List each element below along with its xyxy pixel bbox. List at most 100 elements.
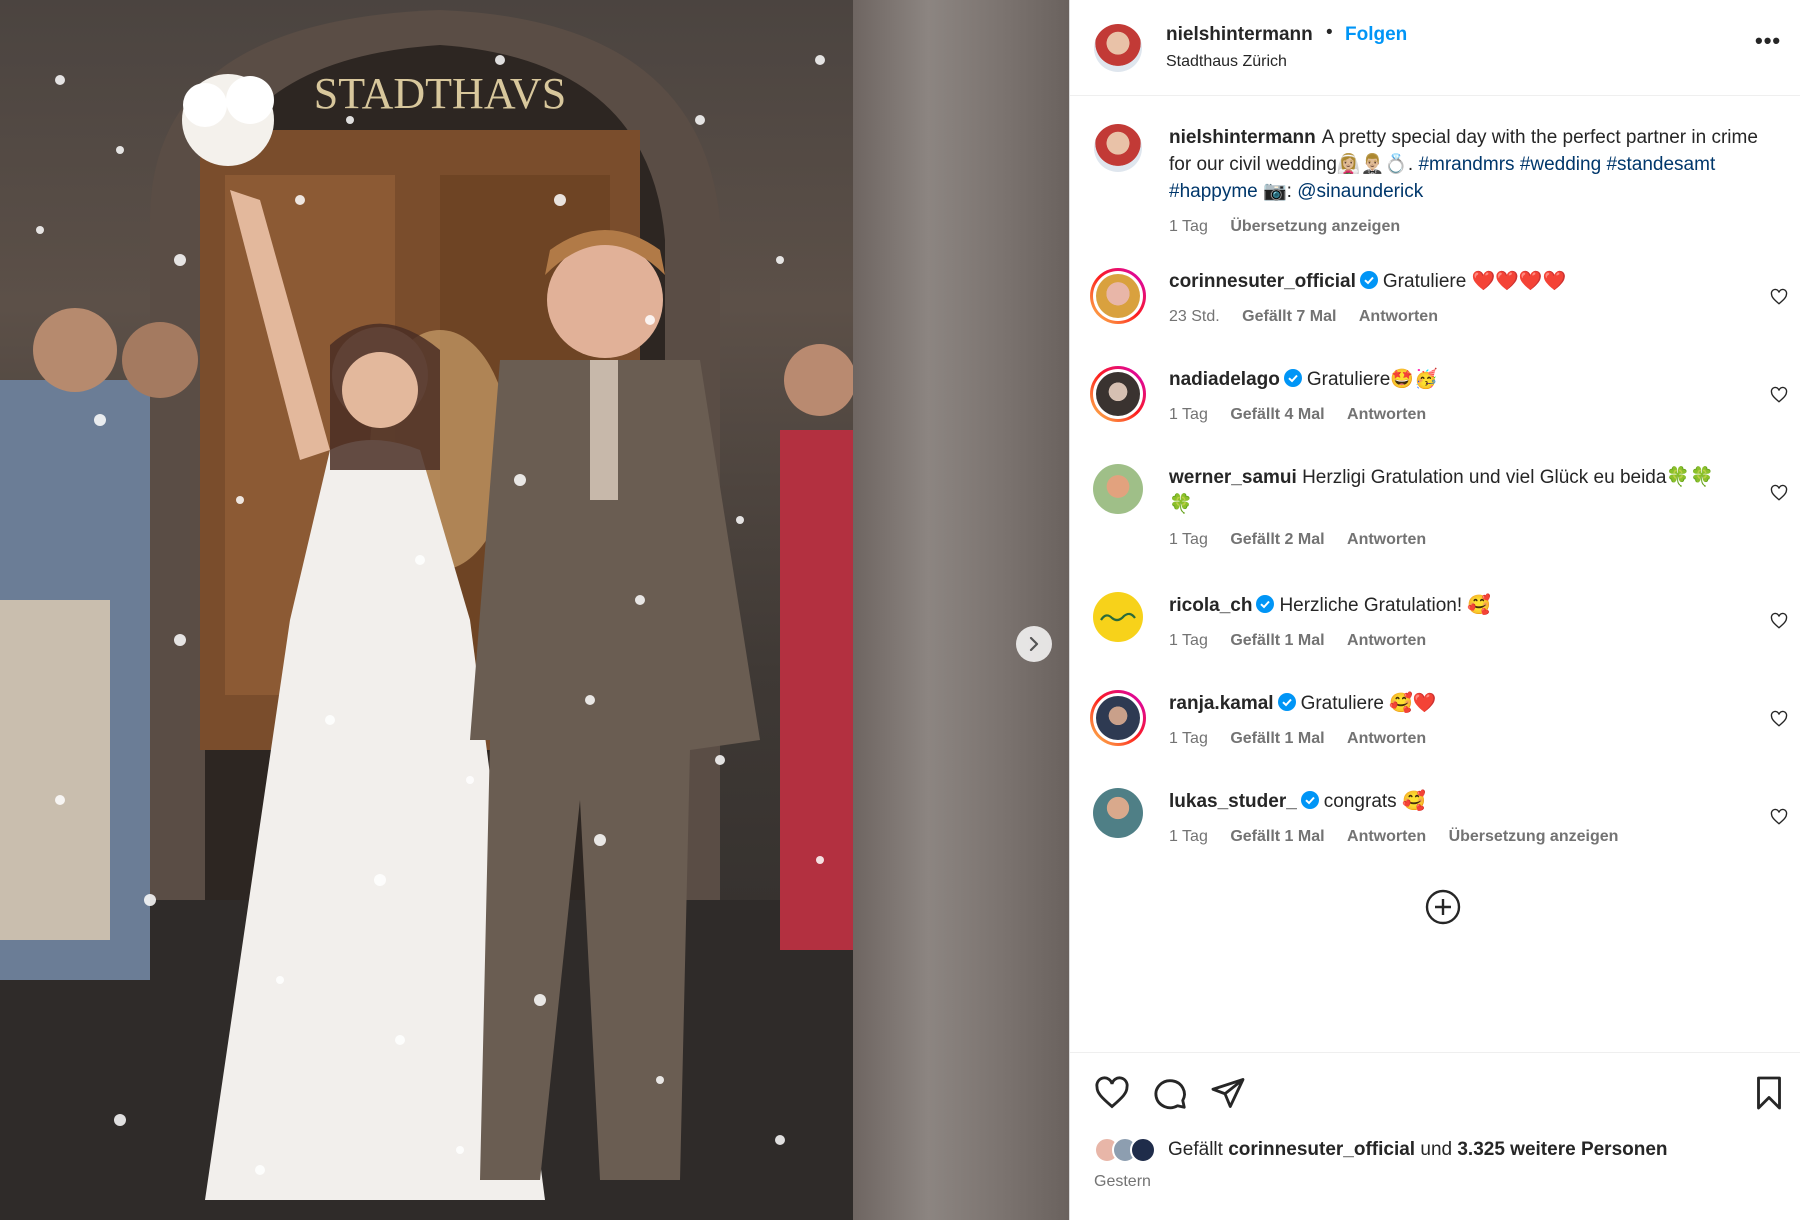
- comment-text: Gratuliere🤩🥳: [1306, 369, 1438, 390]
- post-header: nielshintermann • Folgen Stadthaus Züric…: [1070, 0, 1800, 96]
- comment-meta: 1 Tag Gefällt 1 Mal Antworten: [1169, 725, 1729, 752]
- commenter-username[interactable]: ranja.kamal: [1169, 693, 1274, 714]
- like-comment-heart-icon[interactable]: [1770, 612, 1788, 630]
- comment-likes[interactable]: Gefällt 4 Mal: [1230, 406, 1324, 423]
- wedding-photo-illustration: STADTHAVS: [0, 10, 853, 1220]
- comment-body: werner_samui Herzligi Gratulation und vi…: [1169, 464, 1729, 553]
- like-comment-heart-icon[interactable]: [1770, 710, 1788, 728]
- like-comment-heart-icon[interactable]: [1770, 386, 1788, 404]
- post-date[interactable]: Gestern: [1094, 1173, 1151, 1191]
- separator-dot: •: [1326, 22, 1333, 43]
- like-comment-heart-icon[interactable]: [1770, 288, 1788, 306]
- comment-body: corinnesuter_official Gratuliere ❤️❤️❤️❤️…: [1169, 268, 1729, 330]
- caption-username[interactable]: nielshintermann: [1169, 127, 1316, 148]
- reply-button[interactable]: Antworten: [1347, 406, 1426, 423]
- like-heart-icon[interactable]: [1094, 1075, 1130, 1111]
- verified-badge-icon: [1256, 595, 1275, 613]
- comment-body: ranja.kamal Gratuliere 🥰❤️ 1 Tag Gefällt …: [1169, 690, 1729, 752]
- comment-meta: 1 Tag Gefällt 2 Mal Antworten: [1169, 526, 1729, 553]
- reply-button[interactable]: Antworten: [1347, 531, 1426, 548]
- author-username[interactable]: nielshintermann: [1166, 24, 1313, 46]
- comment-time[interactable]: 23 Std.: [1169, 308, 1220, 325]
- commenter-avatar[interactable]: [1093, 592, 1143, 642]
- save-bookmark-icon[interactable]: [1754, 1075, 1784, 1111]
- comment-time[interactable]: 1 Tag: [1169, 632, 1208, 649]
- likes-prefix: Gefällt: [1168, 1139, 1223, 1160]
- caption-meta: 1 Tag Übersetzung anzeigen: [1169, 213, 1769, 240]
- show-translation-link[interactable]: Übersetzung anzeigen: [1449, 828, 1619, 845]
- commenter-username[interactable]: werner_samui: [1169, 467, 1297, 488]
- commenter-username[interactable]: ricola_ch: [1169, 595, 1252, 616]
- comment-time[interactable]: 1 Tag: [1169, 730, 1208, 747]
- comment-body: lukas_studer_ congrats 🥰 1 Tag Gefällt 1 …: [1169, 788, 1769, 850]
- comment-meta: 1 Tag Gefällt 1 Mal Antworten: [1169, 627, 1729, 654]
- commenter-username[interactable]: nadiadelago: [1169, 369, 1280, 390]
- liker-avatar[interactable]: [1130, 1137, 1156, 1163]
- show-translation-link[interactable]: Übersetzung anzeigen: [1230, 218, 1400, 235]
- commenter-avatar[interactable]: [1093, 788, 1143, 838]
- post-location[interactable]: Stadthaus Zürich: [1166, 53, 1287, 71]
- commenter-avatar[interactable]: [1090, 366, 1146, 422]
- hashtag[interactable]: #standesamt: [1606, 154, 1715, 175]
- comment-likes[interactable]: Gefällt 1 Mal: [1230, 632, 1324, 649]
- camera-emoji: 📷:: [1263, 181, 1292, 202]
- like-comment-heart-icon[interactable]: [1770, 484, 1788, 502]
- reply-button[interactable]: Antworten: [1359, 308, 1438, 325]
- comment-text: Gratuliere 🥰❤️: [1300, 693, 1437, 714]
- reply-button[interactable]: Antworten: [1347, 632, 1426, 649]
- commenter-username[interactable]: lukas_studer_: [1169, 791, 1297, 812]
- next-photo-button[interactable]: [1016, 626, 1052, 662]
- next-photo-preview: [853, 0, 1069, 1220]
- likes-first-user[interactable]: corinnesuter_official: [1228, 1139, 1415, 1161]
- load-more-comments-plus-icon[interactable]: [1424, 888, 1462, 926]
- hashtag[interactable]: #mrandmrs: [1418, 154, 1514, 175]
- share-send-icon[interactable]: [1210, 1075, 1246, 1111]
- caption-time[interactable]: 1 Tag: [1169, 218, 1208, 235]
- comment-likes[interactable]: Gefällt 2 Mal: [1230, 531, 1324, 548]
- comment-bubble-icon[interactable]: [1152, 1075, 1188, 1111]
- hashtag[interactable]: #wedding: [1520, 154, 1601, 175]
- comment-text: Gratuliere ❤️❤️❤️❤️: [1382, 271, 1567, 292]
- comment-body: ricola_ch Herzliche Gratulation! 🥰 1 Tag …: [1169, 592, 1729, 654]
- reply-button[interactable]: Antworten: [1347, 828, 1426, 845]
- comment-meta: 23 Std. Gefällt 7 Mal Antworten: [1169, 303, 1729, 330]
- commenter-avatar[interactable]: [1093, 464, 1143, 514]
- author-avatar[interactable]: [1094, 24, 1142, 72]
- comment-likes[interactable]: Gefällt 7 Mal: [1242, 308, 1336, 325]
- hashtag[interactable]: #happyme: [1169, 181, 1258, 202]
- like-comment-heart-icon[interactable]: [1770, 808, 1788, 826]
- post-details-panel: nielshintermann • Folgen Stadthaus Züric…: [1069, 0, 1800, 1220]
- post-actions-bar: Gefällt corinnesuter_official und 3.325 …: [1070, 1052, 1800, 1220]
- commenter-username[interactable]: corinnesuter_official: [1169, 271, 1356, 292]
- commenter-avatar[interactable]: [1090, 690, 1146, 746]
- verified-badge-icon: [1277, 693, 1296, 711]
- follow-button[interactable]: Folgen: [1345, 24, 1407, 46]
- reply-button[interactable]: Antworten: [1347, 730, 1426, 747]
- mention-link[interactable]: @sinaunderick: [1297, 181, 1423, 202]
- likes-and: und: [1420, 1139, 1453, 1160]
- comment-time[interactable]: 1 Tag: [1169, 828, 1208, 845]
- likes-summary: Gefällt corinnesuter_official und 3.325 …: [1094, 1137, 1668, 1163]
- comment-time[interactable]: 1 Tag: [1169, 531, 1208, 548]
- commenter-avatar[interactable]: [1090, 268, 1146, 324]
- comment-meta: 1 Tag Gefällt 1 Mal Antworten Übersetzun…: [1169, 823, 1769, 850]
- comment-likes[interactable]: Gefällt 1 Mal: [1230, 828, 1324, 845]
- likes-count-link[interactable]: 3.325 weitere Personen: [1457, 1139, 1667, 1161]
- wedding-photo: STADTHAVS: [0, 0, 853, 1220]
- verified-badge-icon: [1359, 271, 1378, 289]
- comment-text: Herzliche Gratulation! 🥰: [1279, 595, 1492, 616]
- more-options-icon[interactable]: •••: [1755, 28, 1781, 54]
- caption-author-avatar[interactable]: [1094, 124, 1142, 172]
- comment-meta: 1 Tag Gefällt 4 Mal Antworten: [1169, 401, 1729, 428]
- post-caption: nielshintermann A pretty special day with…: [1169, 124, 1769, 240]
- verified-badge-icon: [1300, 791, 1319, 809]
- verified-badge-icon: [1283, 369, 1302, 387]
- comment-text: congrats 🥰: [1323, 791, 1426, 812]
- comment-likes[interactable]: Gefällt 1 Mal: [1230, 730, 1324, 747]
- chevron-right-icon: [1029, 637, 1039, 651]
- post-media: STADTHAVS: [0, 0, 1069, 1220]
- comment-body: nadiadelago Gratuliere🤩🥳 1 Tag Gefällt 4 …: [1169, 366, 1729, 428]
- comment-time[interactable]: 1 Tag: [1169, 406, 1208, 423]
- ricola-logo-icon: [1100, 612, 1136, 622]
- svg-text:STADTHAVS: STADTHAVS: [314, 69, 566, 118]
